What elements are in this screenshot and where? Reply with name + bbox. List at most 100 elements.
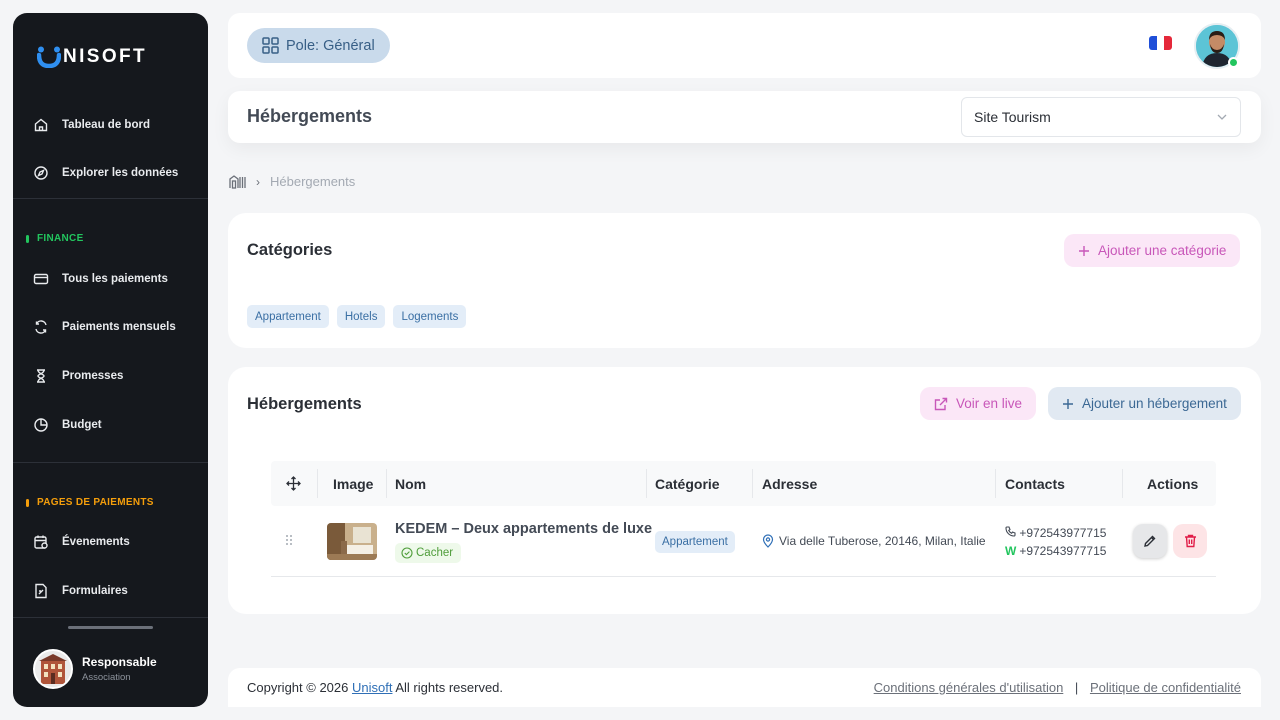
column-separator [1122, 469, 1123, 498]
column-separator [317, 469, 318, 498]
nav-forms[interactable]: Formulaires [33, 579, 128, 603]
top-bar: Pole: Général [228, 13, 1261, 78]
home-icon [33, 117, 49, 133]
footer-links: Conditions générales d'utilisation | Pol… [874, 680, 1241, 695]
nav-label: Promesses [62, 370, 124, 382]
table-row: KEDEM – Deux appartements de luxe Cacher… [271, 506, 1216, 577]
map-pin-icon [762, 534, 774, 548]
nav-events[interactable]: Évenements [33, 530, 130, 554]
building-icon[interactable] [229, 174, 246, 189]
sidebar-divider [13, 198, 208, 199]
compass-icon [33, 165, 49, 181]
nav-promises[interactable]: Promesses [33, 364, 123, 388]
accommodations-title: Hébergements [247, 395, 362, 413]
add-accommodation-label: Ajouter un hébergement [1082, 396, 1227, 411]
sidebar-scrollbar[interactable] [68, 626, 153, 629]
check-circle-icon [401, 547, 413, 559]
col-header-image: Image [333, 475, 374, 492]
whatsapp-icon: W [1005, 544, 1017, 558]
user-name: Responsable [82, 655, 157, 669]
terms-link[interactable]: Conditions générales d'utilisation [874, 680, 1064, 695]
nav-label: Budget [62, 419, 102, 431]
add-accommodation-button[interactable]: Ajouter un hébergement [1048, 387, 1241, 420]
privacy-link[interactable]: Politique de confidentialité [1090, 680, 1241, 695]
visibility-label: Cacher [416, 547, 454, 559]
user-profile[interactable]: Responsable Association [33, 649, 157, 689]
drag-handle-icon[interactable] [285, 534, 293, 549]
language-flag-icon[interactable] [1149, 36, 1172, 50]
user-avatar [33, 649, 73, 689]
category-chip[interactable]: Logements [393, 305, 467, 328]
nav-dashboard[interactable]: Tableau de bord [33, 113, 150, 137]
phone-icon [1005, 526, 1016, 537]
phone-contact[interactable]: +972543977715 [1005, 524, 1106, 542]
accommodations-table: Image Nom Catégorie Adresse Contacts Act… [271, 461, 1216, 577]
accommodation-name[interactable]: KEDEM – Deux appartements de luxe [395, 521, 652, 537]
breadcrumb: › Hébergements [229, 174, 355, 189]
plus-icon [1079, 245, 1089, 256]
page-header: Hébergements Site Tourism [228, 91, 1261, 143]
pole-label: Pole: Général [286, 37, 375, 54]
form-icon [33, 583, 49, 599]
category-chip[interactable]: Appartement [247, 305, 329, 328]
col-header-name: Nom [395, 475, 427, 492]
calendar-icon [33, 534, 49, 550]
site-select-value: Site Tourism [974, 109, 1051, 125]
category-chips: Appartement Hotels Logements [247, 305, 474, 328]
section-title-finance: FINANCE [26, 233, 84, 244]
pie-chart-icon [33, 417, 49, 433]
view-live-button[interactable]: Voir en live [920, 387, 1037, 420]
nav-explore-data[interactable]: Explorer les données [33, 161, 178, 185]
whatsapp-contact[interactable]: W +972543977715 [1005, 542, 1106, 560]
edit-button[interactable] [1133, 524, 1167, 558]
logo-mark-icon [36, 46, 62, 69]
brand-logo[interactable]: NISOFT [36, 46, 148, 69]
pole-selector-button[interactable]: Pole: Général [247, 28, 390, 63]
accommodation-thumbnail[interactable] [327, 523, 377, 560]
nav-label: Explorer les données [62, 167, 179, 179]
section-marker [26, 234, 29, 243]
column-separator [752, 469, 753, 498]
reorder-icon[interactable] [286, 461, 301, 506]
brand-name: NISOFT [63, 46, 148, 67]
brand-link[interactable]: Unisoft [352, 680, 392, 695]
sidebar: NISOFT Tableau de bord Explorer les donn… [13, 13, 208, 707]
table-header: Image Nom Catégorie Adresse Contacts Act… [271, 461, 1216, 506]
grid-icon [262, 37, 279, 54]
nav-all-payments[interactable]: Tous les paiements [33, 267, 168, 291]
footer: Copyright © 2026 Unisoft All rights rese… [228, 668, 1261, 707]
category-badge: Appartement [655, 531, 735, 553]
phone-number: +972543977715 [1019, 526, 1107, 540]
categories-title: Catégories [247, 241, 333, 259]
add-category-label: Ajouter une catégorie [1098, 243, 1227, 258]
hourglass-icon [33, 368, 49, 384]
visibility-badge[interactable]: Cacher [395, 543, 462, 563]
credit-card-icon [33, 271, 49, 287]
site-select[interactable]: Site Tourism [961, 97, 1241, 137]
section-title-payment-pages: PAGES DE PAIEMENTS [26, 497, 154, 508]
refresh-icon [33, 319, 49, 335]
nav-label: Tous les paiements [62, 273, 168, 285]
nav-monthly-payments[interactable]: Paiements mensuels [33, 315, 176, 339]
delete-button[interactable] [1173, 524, 1207, 558]
section-label: PAGES DE PAIEMENTS [37, 497, 154, 508]
chevron-down-icon [1217, 114, 1227, 120]
nav-label: Formulaires [62, 585, 128, 597]
user-role: Association [82, 672, 131, 683]
column-separator [386, 469, 387, 498]
whatsapp-number: +972543977715 [1019, 544, 1107, 558]
add-category-button[interactable]: Ajouter une catégorie [1064, 234, 1241, 267]
section-label: FINANCE [37, 233, 84, 244]
category-chip[interactable]: Hotels [336, 305, 386, 328]
col-header-actions: Actions [1147, 475, 1199, 492]
sidebar-divider [13, 617, 208, 618]
nav-label: Évenements [62, 536, 130, 548]
address-text: Via delle Tuberose, 20146, Milan, Italie [779, 534, 986, 548]
nav-label: Paiements mensuels [62, 321, 176, 333]
nav-budget[interactable]: Budget [33, 413, 102, 437]
online-status-dot [1228, 57, 1239, 68]
categories-card: Catégories Ajouter une catégorie Apparte… [228, 213, 1261, 348]
view-live-label: Voir en live [956, 396, 1023, 411]
pencil-icon [1144, 535, 1156, 547]
nav-label: Tableau de bord [62, 119, 150, 131]
